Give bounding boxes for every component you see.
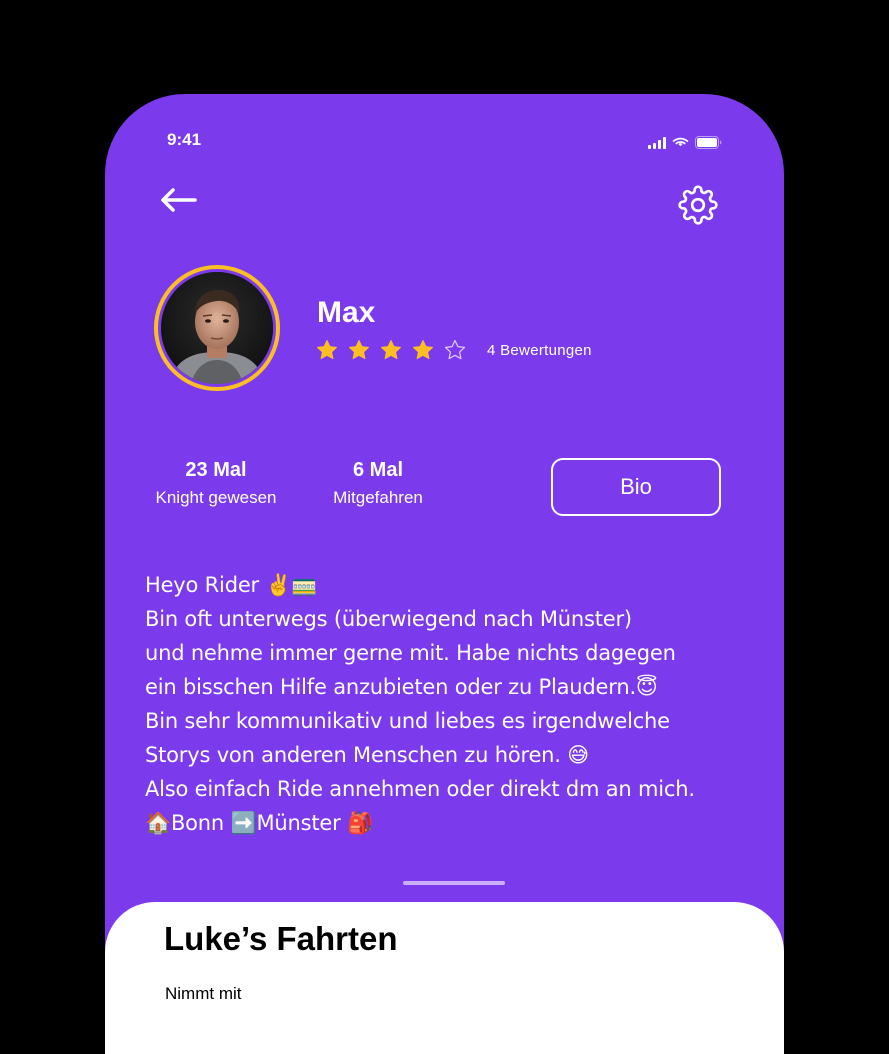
stat-rides: 6 Mal Mitgefahren bbox=[317, 456, 439, 512]
gear-icon bbox=[678, 185, 718, 225]
avatar-photo bbox=[161, 272, 273, 384]
arrow-left-icon bbox=[161, 188, 197, 212]
avatar bbox=[161, 272, 273, 384]
sheet-subtitle: Nimmt mit bbox=[165, 984, 242, 1003]
stat-rides-value: 6 Mal bbox=[352, 459, 404, 481]
profile-screen: 9:41 Max 4 Bewertungen 23 Mal Knight gew… bbox=[105, 94, 784, 1054]
avatar-ring[interactable] bbox=[154, 265, 280, 391]
rides-sheet[interactable]: Luke’s Fahrten Nimmt mit bbox=[105, 902, 784, 1054]
stat-knight: 23 Mal Knight gewesen bbox=[135, 456, 297, 512]
status-icons bbox=[648, 136, 722, 149]
sheet-handle[interactable] bbox=[403, 881, 505, 885]
stat-rides-label: Mitgefahren bbox=[333, 488, 423, 507]
rating-count[interactable]: 4 Bewertungen bbox=[487, 342, 592, 359]
status-time: 9:41 bbox=[167, 130, 202, 149]
star-filled-icon bbox=[381, 340, 401, 360]
settings-button[interactable] bbox=[678, 185, 718, 225]
stat-knight-value: 23 Mal bbox=[185, 459, 247, 481]
bio-text: Heyo Rider ✌️🚃 Bin oft unterwegs (überwi… bbox=[145, 573, 695, 835]
star-filled-icon bbox=[413, 340, 433, 360]
profile-name: Max bbox=[317, 296, 376, 329]
bio-button[interactable]: Bio bbox=[551, 458, 721, 516]
cellular-signal-icon bbox=[648, 136, 666, 149]
stat-knight-label: Knight gewesen bbox=[155, 488, 277, 507]
star-empty-icon bbox=[444, 339, 466, 360]
rating: 4 Bewertungen bbox=[315, 338, 592, 362]
star-filled-icon bbox=[317, 340, 337, 360]
sheet-title: Luke’s Fahrten bbox=[164, 920, 398, 957]
wifi-icon bbox=[672, 137, 689, 146]
star-filled-icon bbox=[349, 340, 369, 360]
back-button[interactable] bbox=[155, 182, 199, 218]
battery-icon bbox=[695, 136, 722, 149]
rating-stars bbox=[315, 338, 475, 362]
